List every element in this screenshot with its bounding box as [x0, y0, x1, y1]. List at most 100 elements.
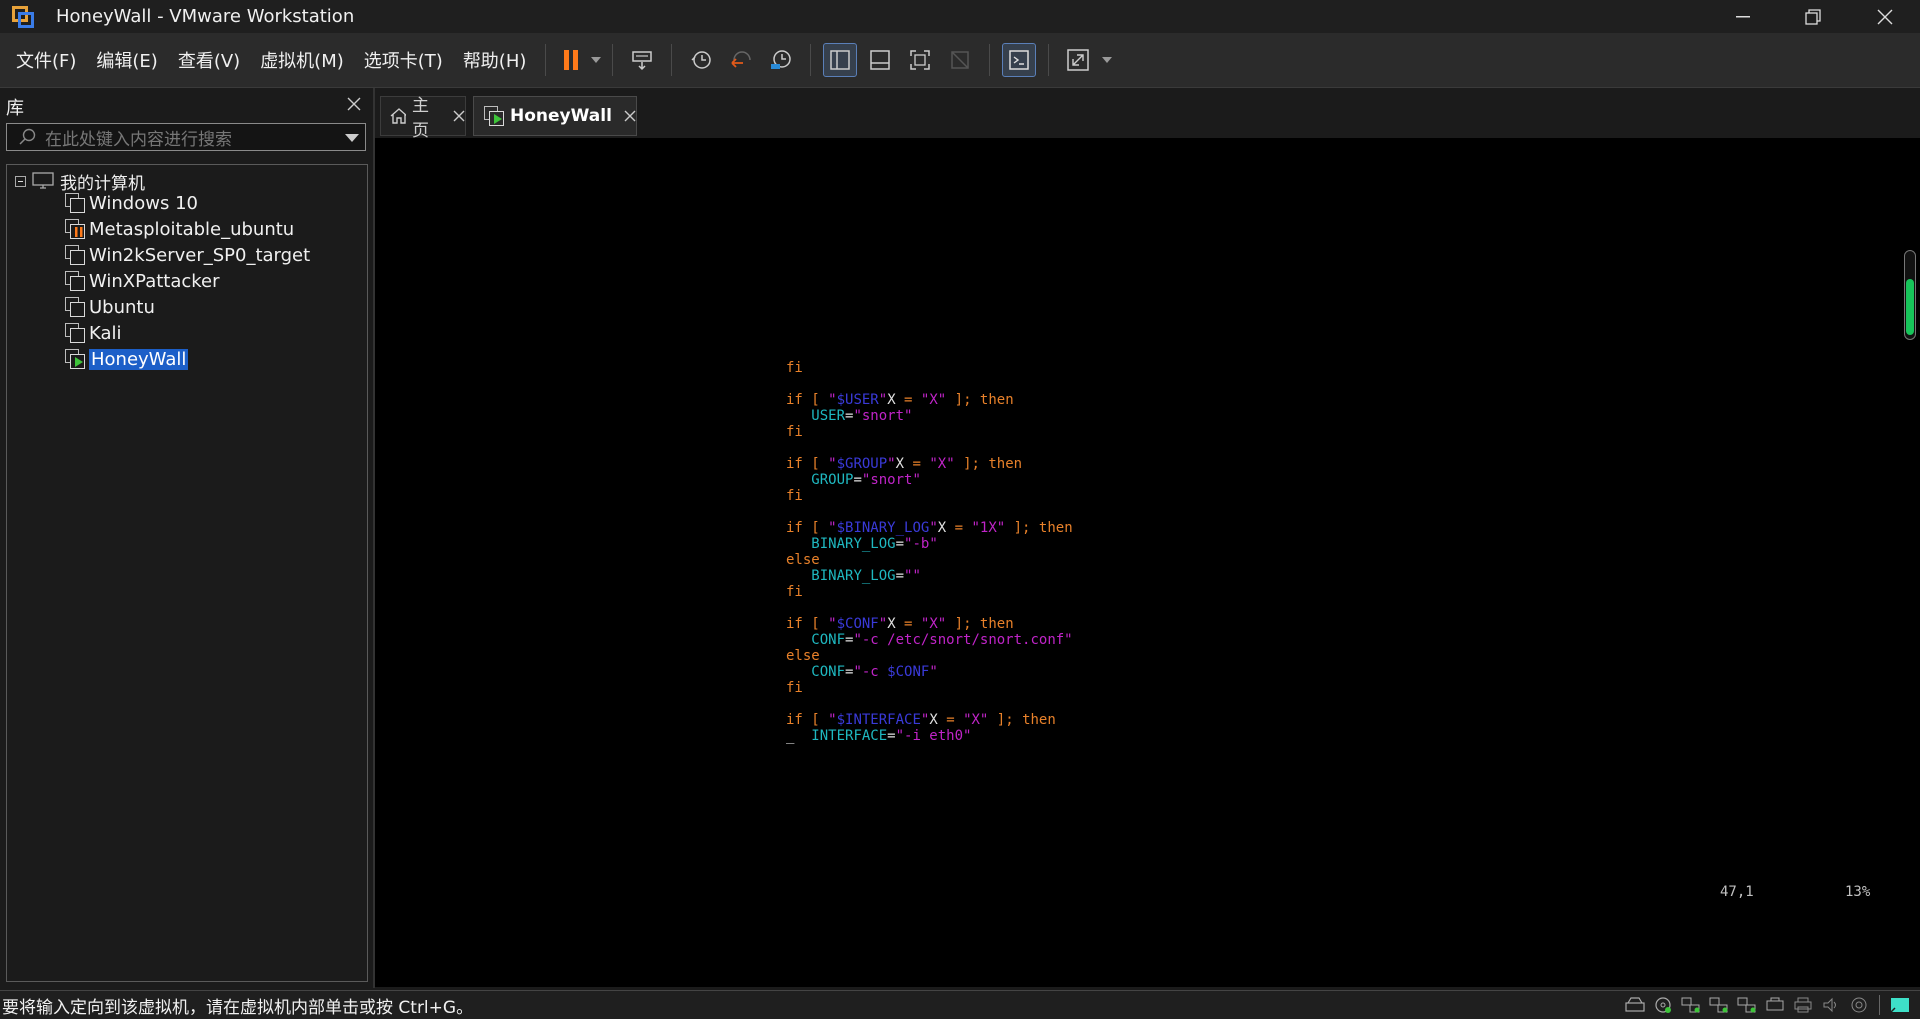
tree-root-label: 我的计算机	[60, 173, 145, 194]
record-icon[interactable]	[1848, 996, 1870, 1014]
vm-item-winxpattacker[interactable]: WinXPattacker	[65, 269, 220, 293]
vm-icon	[65, 271, 85, 291]
tab-strip: 主页 HoneyWall	[375, 88, 1920, 141]
scrollbar-thumb[interactable]	[1906, 279, 1914, 335]
network-adapter-icon[interactable]	[1680, 996, 1702, 1014]
library-panel-icon	[830, 50, 851, 70]
menu-vm[interactable]: 虚拟机(M)	[250, 33, 354, 87]
thumbnail-bar-icon	[870, 50, 891, 70]
file-percent: 13%	[1845, 884, 1871, 900]
search-placeholder: 在此处键入内容进行搜索	[45, 129, 232, 150]
library-title: 库	[6, 98, 24, 119]
vm-item-honeywall[interactable]: HoneyWall	[65, 347, 189, 371]
close-icon	[624, 110, 636, 121]
vm-running-icon	[65, 349, 85, 369]
vm-tree: 我的计算机 Windows 10 Metasploitable_ubuntu W…	[6, 164, 368, 982]
status-message: 要将输入定向到该虚拟机，请在虚拟机内部单击或按 Ctrl+G。	[2, 997, 474, 1018]
close-tab-home-button[interactable]	[453, 106, 465, 127]
full-screen-button[interactable]	[903, 43, 937, 77]
library-panel: 库 在此处键入内容进行搜索 我的计算机 Windows 10 Metasploi…	[0, 88, 373, 988]
vm-icon	[65, 245, 85, 265]
minimize-button[interactable]	[1708, 0, 1778, 33]
menu-toolbar: 文件(F) 编辑(E) 查看(V) 虚拟机(M) 选项卡(T) 帮助(H)	[0, 33, 1920, 88]
toolbar-separator	[1048, 44, 1050, 76]
cd-drive-icon[interactable]	[1652, 996, 1674, 1014]
tab-label: 主页	[412, 96, 430, 141]
close-library-button[interactable]	[347, 92, 361, 117]
search-icon	[19, 128, 36, 145]
vm-label: Win2kServer_SP0_target	[89, 244, 311, 266]
send-ctrl-alt-del-button[interactable]	[625, 43, 659, 77]
usb-icon[interactable]	[1764, 996, 1786, 1014]
tree-root-my-computer[interactable]: 我的计算机	[15, 169, 145, 194]
chevron-down-icon	[591, 57, 602, 63]
restore-button[interactable]	[1778, 0, 1848, 33]
tab-label: HoneyWall	[510, 106, 612, 126]
revert-snapshot-button[interactable]	[724, 43, 758, 77]
menu-help[interactable]: 帮助(H)	[453, 33, 537, 87]
vm-item-kali[interactable]: Kali	[65, 321, 122, 345]
pause-button[interactable]	[558, 43, 584, 77]
unity-disabled-icon	[951, 51, 970, 69]
show-library-button[interactable]	[823, 43, 858, 77]
stretch-dropdown[interactable]	[1098, 43, 1114, 77]
snapshot-manager-button[interactable]	[764, 43, 798, 77]
restore-icon	[1805, 8, 1821, 25]
vm-item-windows-10[interactable]: Windows 10	[65, 191, 198, 215]
console-view-button[interactable]	[1002, 43, 1037, 77]
vm-label: Ubuntu	[89, 296, 155, 318]
revert-snapshot-icon	[731, 51, 752, 68]
collapse-icon[interactable]	[15, 175, 26, 187]
library-search-input[interactable]: 在此处键入内容进行搜索	[6, 123, 366, 151]
sound-icon[interactable]	[1820, 996, 1842, 1014]
status-bar: 要将输入定向到该虚拟机，请在虚拟机内部单击或按 Ctrl+G。	[0, 990, 1920, 1019]
vm-item-win2kserver[interactable]: Win2kServer_SP0_target	[65, 243, 310, 267]
home-icon	[390, 108, 407, 124]
stretch-guest-button[interactable]	[1061, 43, 1095, 77]
menu-file[interactable]: 文件(F)	[6, 33, 86, 87]
stretch-icon	[1067, 49, 1090, 71]
vm-label: Metasploitable_ubuntu	[89, 218, 295, 240]
menu-tabs[interactable]: 选项卡(T)	[354, 33, 453, 87]
vm-label: Kali	[89, 322, 122, 344]
console-scrollbar[interactable]	[1904, 250, 1916, 340]
hard-disk-icon[interactable]	[1624, 996, 1646, 1014]
vmware-logo-icon	[12, 5, 34, 28]
snapshot-manager-icon	[771, 50, 792, 69]
terminal-text: fi if [ "$USER"X = "X" ]; then USER="sno…	[786, 360, 1073, 744]
close-icon	[1877, 9, 1893, 24]
unity-button[interactable]	[943, 43, 977, 77]
window-title: HoneyWall - VMware Workstation	[56, 6, 355, 27]
snapshot-button[interactable]	[684, 43, 718, 77]
close-tab-honeywall-button[interactable]	[624, 106, 636, 127]
vm-icon	[65, 297, 85, 317]
full-screen-icon	[910, 50, 931, 70]
show-thumbnail-bar-button[interactable]	[863, 43, 897, 77]
message-log-icon[interactable]	[1889, 996, 1911, 1014]
network-adapter-2-icon[interactable]	[1708, 996, 1730, 1014]
pause-icon	[564, 50, 579, 70]
tab-honeywall[interactable]: HoneyWall	[473, 96, 637, 136]
tab-home[interactable]: 主页	[380, 96, 466, 141]
close-icon	[453, 110, 465, 121]
vm-icon	[65, 323, 85, 343]
vm-item-metasploitable-ubuntu[interactable]: Metasploitable_ubuntu	[65, 217, 294, 241]
vm-console[interactable]: fi if [ "$USER"X = "X" ]; then USER="sno…	[375, 138, 1920, 987]
printer-icon[interactable]	[1792, 996, 1814, 1014]
toolbar-separator	[545, 44, 547, 76]
search-dropdown-icon[interactable]	[345, 134, 359, 142]
vm-label: WinXPattacker	[89, 270, 220, 292]
menu-view[interactable]: 查看(V)	[168, 33, 250, 87]
pause-dropdown[interactable]	[587, 43, 603, 77]
vm-paused-icon	[65, 219, 85, 239]
toolbar-separator	[810, 44, 812, 76]
chevron-down-icon	[1102, 57, 1113, 63]
toolbar-separator	[989, 44, 991, 76]
vm-item-ubuntu[interactable]: Ubuntu	[65, 295, 155, 319]
close-window-button[interactable]	[1850, 0, 1920, 33]
menu-edit[interactable]: 编辑(E)	[86, 33, 167, 87]
toolbar-separator	[671, 44, 673, 76]
network-adapter-3-icon[interactable]	[1736, 996, 1758, 1014]
console-icon	[1009, 50, 1030, 70]
vm-label: Windows 10	[89, 192, 198, 214]
